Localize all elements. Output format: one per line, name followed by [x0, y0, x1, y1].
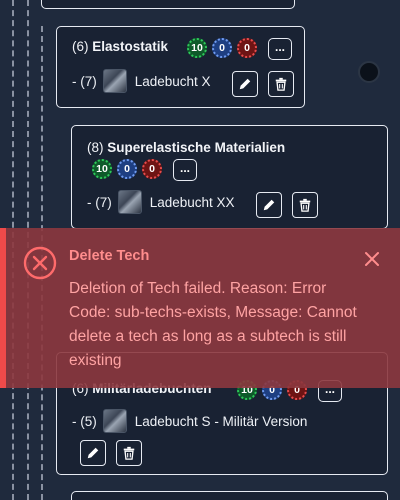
trash-icon	[299, 198, 311, 212]
trash-icon	[275, 77, 287, 91]
green-badge: 10	[187, 38, 207, 58]
subtech-row: - (7) Ladebucht X	[72, 69, 211, 93]
tech-card-partial	[71, 491, 388, 500]
delete-button[interactable]	[116, 440, 142, 466]
tech-name: Elastostatik	[92, 39, 169, 54]
red-badge: 0	[237, 38, 257, 58]
trash-icon	[123, 446, 135, 460]
more-options-button[interactable]: ...	[173, 159, 197, 181]
subtech-row: - (7) Ladebucht XX	[87, 190, 235, 214]
toast-message: Deletion of Tech failed. Reason: Error C…	[69, 280, 357, 369]
tech-card: (6) Elastostatik 10 0 0 ... - (7) Ladebu…	[56, 26, 305, 108]
subtech-prefix: - (5)	[72, 413, 97, 429]
green-badge: 10	[92, 159, 112, 179]
tech-number: (8)	[87, 140, 104, 155]
error-toast: Delete Tech Deletion of Tech failed. Rea…	[0, 228, 400, 388]
close-icon[interactable]	[361, 248, 383, 270]
subtech-prefix: - (7)	[72, 73, 97, 89]
pencil-icon	[239, 78, 251, 90]
blue-badge: 0	[117, 159, 137, 179]
tech-title: (6) Elastostatik	[72, 39, 168, 54]
toast-title: Delete Tech	[69, 248, 150, 264]
delete-button[interactable]	[292, 192, 318, 218]
blue-badge: 0	[212, 38, 232, 58]
tech-card-partial	[41, 0, 295, 9]
edit-button[interactable]	[256, 192, 282, 218]
edit-button[interactable]	[232, 71, 258, 97]
status-dot	[358, 61, 380, 83]
subtech-name[interactable]: Ladebucht XX	[150, 195, 235, 210]
red-badge: 0	[142, 159, 162, 179]
delete-button[interactable]	[268, 71, 294, 97]
subtech-row: - (5) Ladebucht S - Militär Version	[72, 409, 307, 433]
pencil-icon	[87, 447, 99, 459]
tech-name: Superelastische Materialien	[107, 140, 286, 155]
error-circle-x-icon	[23, 246, 57, 280]
tech-number: (6)	[72, 39, 89, 54]
edit-button[interactable]	[80, 440, 106, 466]
ship-image	[102, 69, 127, 93]
subtech-name[interactable]: Ladebucht X	[135, 74, 211, 89]
subtech-name[interactable]: Ladebucht S - Militär Version	[135, 414, 308, 429]
subtech-prefix: - (7)	[87, 194, 112, 210]
ship-image	[117, 190, 142, 214]
more-options-button[interactable]: ...	[268, 38, 292, 60]
tech-title: (8) Superelastische Materialien	[87, 140, 285, 155]
tech-card: (8) Superelastische Materialien 10 0 0 .…	[71, 125, 388, 229]
pencil-icon	[263, 199, 275, 211]
ship-image	[102, 409, 127, 433]
